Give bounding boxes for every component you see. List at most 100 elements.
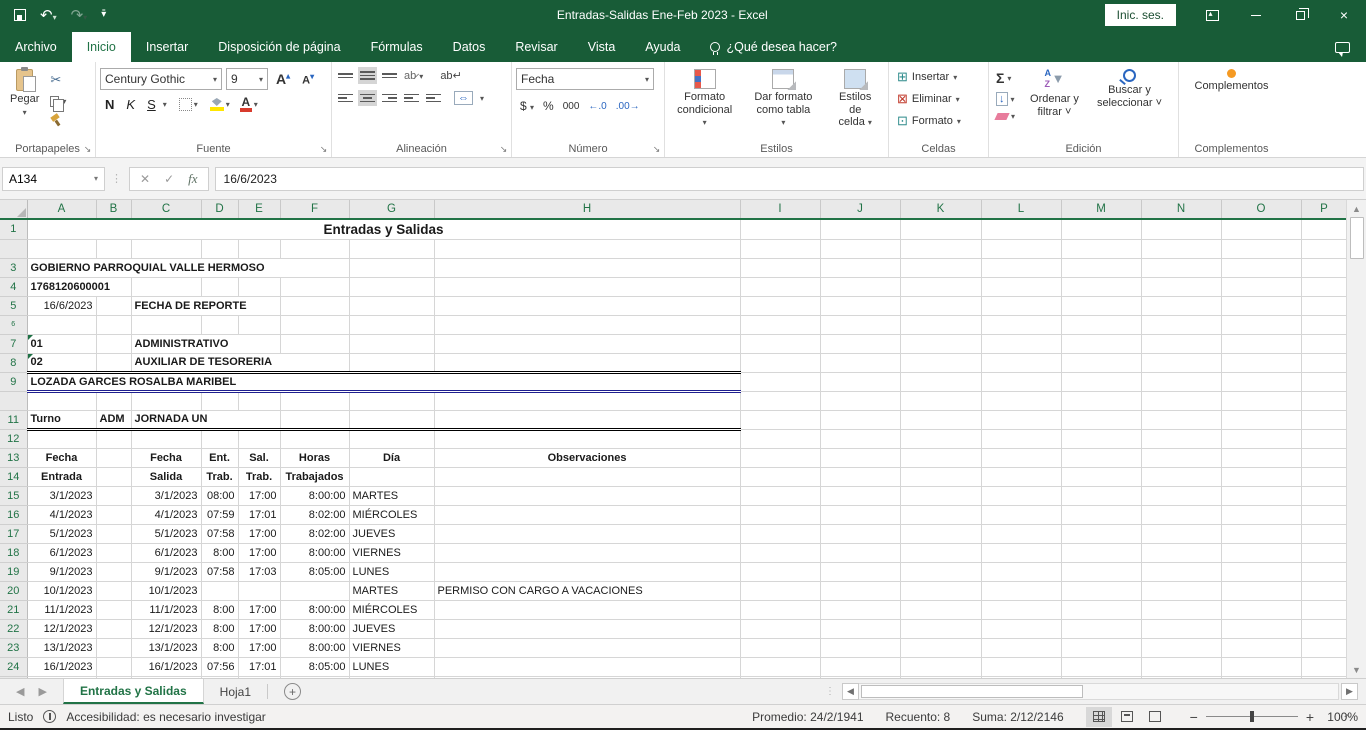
horizontal-scroll-thumb[interactable] (861, 685, 1083, 698)
cell[interactable] (131, 277, 201, 296)
cell[interactable] (900, 486, 981, 505)
sort-filter-button[interactable]: AZ▼ Ordenar yfiltrar ˅ (1024, 66, 1085, 141)
cell[interactable]: 16/1/2023 (27, 657, 96, 676)
cell[interactable] (96, 524, 131, 543)
cell[interactable] (981, 657, 1061, 676)
collapse-ribbon-icon[interactable]: ⌃ (1342, 712, 1352, 726)
column-header[interactable]: L (981, 200, 1061, 219)
cell[interactable] (900, 638, 981, 657)
cell[interactable] (820, 429, 900, 448)
cell[interactable] (96, 600, 131, 619)
cell[interactable] (740, 429, 820, 448)
cell[interactable]: 4/1/2023 (27, 505, 96, 524)
cell[interactable] (1221, 657, 1301, 676)
tell-me-search[interactable]: ¿Qué desea hacer? (696, 32, 852, 62)
cell[interactable] (27, 239, 96, 258)
column-header[interactable]: G (349, 200, 434, 219)
cell[interactable] (1061, 239, 1141, 258)
cell[interactable] (1301, 372, 1346, 391)
cell[interactable] (238, 315, 280, 334)
cell[interactable] (96, 353, 131, 372)
cell[interactable] (349, 467, 434, 486)
alignment-dialog-launcher[interactable]: ↘ (498, 144, 509, 155)
cell[interactable]: Turno (27, 410, 96, 429)
cell[interactable] (1221, 562, 1301, 581)
cell[interactable] (1221, 410, 1301, 429)
cell[interactable] (1061, 296, 1141, 315)
clear-button[interactable]: ▾ (993, 110, 1018, 123)
cell[interactable] (434, 638, 740, 657)
cell[interactable] (280, 410, 349, 429)
scroll-up-icon[interactable]: ▲ (1347, 200, 1366, 217)
cell[interactable] (1221, 448, 1301, 467)
cell[interactable] (1061, 619, 1141, 638)
cell[interactable] (820, 277, 900, 296)
column-header[interactable]: E (238, 200, 280, 219)
cell[interactable] (201, 429, 238, 448)
cell[interactable] (1221, 505, 1301, 524)
tab-datos[interactable]: Datos (438, 32, 501, 62)
cell[interactable] (1301, 581, 1346, 600)
row-header[interactable]: 20 (0, 581, 27, 600)
cell[interactable] (740, 334, 820, 353)
cell[interactable]: 8:02:00 (280, 524, 349, 543)
cell[interactable] (740, 467, 820, 486)
cell[interactable]: Día (349, 448, 434, 467)
increase-font-button[interactable]: A▴ (272, 70, 294, 88)
column-header[interactable]: O (1221, 200, 1301, 219)
close-button[interactable]: × (1322, 0, 1366, 30)
cell[interactable] (1141, 486, 1221, 505)
cell[interactable] (1301, 410, 1346, 429)
column-header[interactable]: N (1141, 200, 1221, 219)
italic-button[interactable]: K (121, 95, 140, 114)
cell[interactable] (900, 258, 981, 277)
cell[interactable] (96, 638, 131, 657)
font-size-select[interactable]: 9▾ (226, 68, 268, 90)
cell[interactable]: 17:03 (238, 562, 280, 581)
cell[interactable] (1221, 391, 1301, 410)
cell[interactable]: 11/1/2023 (131, 600, 201, 619)
cell[interactable] (1301, 353, 1346, 372)
cell[interactable] (96, 486, 131, 505)
cell[interactable]: 17:01 (238, 657, 280, 676)
cell[interactable]: Salida (131, 467, 201, 486)
cell[interactable] (740, 486, 820, 505)
cell[interactable]: 13/1/2023 (27, 638, 96, 657)
cell[interactable] (1221, 581, 1301, 600)
cell[interactable] (1061, 258, 1141, 277)
comments-icon[interactable] (1335, 42, 1350, 53)
cell[interactable] (349, 334, 434, 353)
cell[interactable]: 8:00:00 (280, 543, 349, 562)
merge-center-icon[interactable]: ⇔ (454, 91, 473, 105)
cell[interactable] (349, 391, 434, 410)
cell[interactable]: 9/1/2023 (27, 562, 96, 581)
cell[interactable] (1061, 372, 1141, 391)
tab-ayuda[interactable]: Ayuda (630, 32, 695, 62)
row-header[interactable]: 19 (0, 562, 27, 581)
cell[interactable] (820, 391, 900, 410)
cell[interactable] (900, 448, 981, 467)
cell[interactable] (1141, 429, 1221, 448)
row-header[interactable]: 16 (0, 505, 27, 524)
bold-button[interactable]: N (100, 95, 119, 114)
cell[interactable] (1061, 391, 1141, 410)
cell[interactable] (900, 334, 981, 353)
cell[interactable] (434, 467, 740, 486)
cell[interactable] (131, 429, 201, 448)
decrease-decimal-button[interactable]: .00→ (616, 101, 640, 112)
borders-icon[interactable] (179, 98, 192, 111)
cell[interactable] (1301, 600, 1346, 619)
cell[interactable] (1061, 353, 1141, 372)
page-layout-view-button[interactable] (1114, 707, 1140, 727)
cell[interactable] (1141, 657, 1221, 676)
cell[interactable] (434, 619, 740, 638)
cell[interactable] (96, 505, 131, 524)
cell[interactable] (740, 277, 820, 296)
cell[interactable] (1301, 505, 1346, 524)
cell[interactable]: 07:56 (201, 657, 238, 676)
cell[interactable] (238, 239, 280, 258)
cell[interactable] (1141, 600, 1221, 619)
cell[interactable] (740, 619, 820, 638)
tab-insertar[interactable]: Insertar (131, 32, 203, 62)
cell[interactable] (740, 410, 820, 429)
